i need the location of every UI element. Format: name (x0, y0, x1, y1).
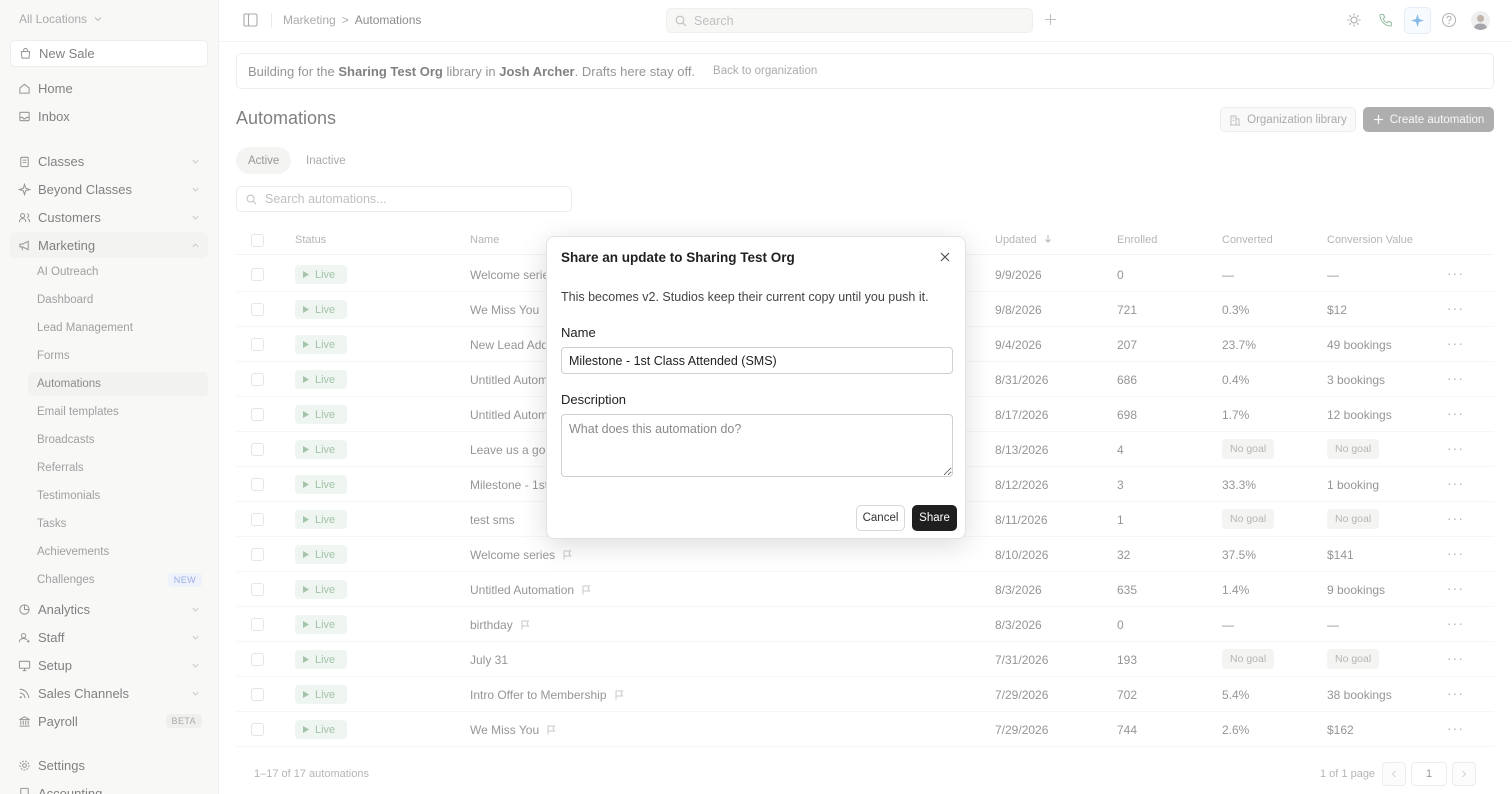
close-icon[interactable] (939, 251, 951, 263)
dialog-description: This becomes v2. Studios keep their curr… (561, 290, 929, 304)
description-field[interactable] (561, 414, 953, 477)
dialog-title: Share an update to Sharing Test Org (561, 250, 795, 265)
share-button[interactable]: Share (912, 505, 957, 531)
name-label: Name (561, 325, 596, 340)
share-update-dialog: Share an update to Sharing Test Org This… (546, 236, 966, 539)
description-label: Description (561, 392, 627, 407)
cancel-button[interactable]: Cancel (856, 505, 905, 531)
name-field[interactable] (561, 347, 953, 374)
